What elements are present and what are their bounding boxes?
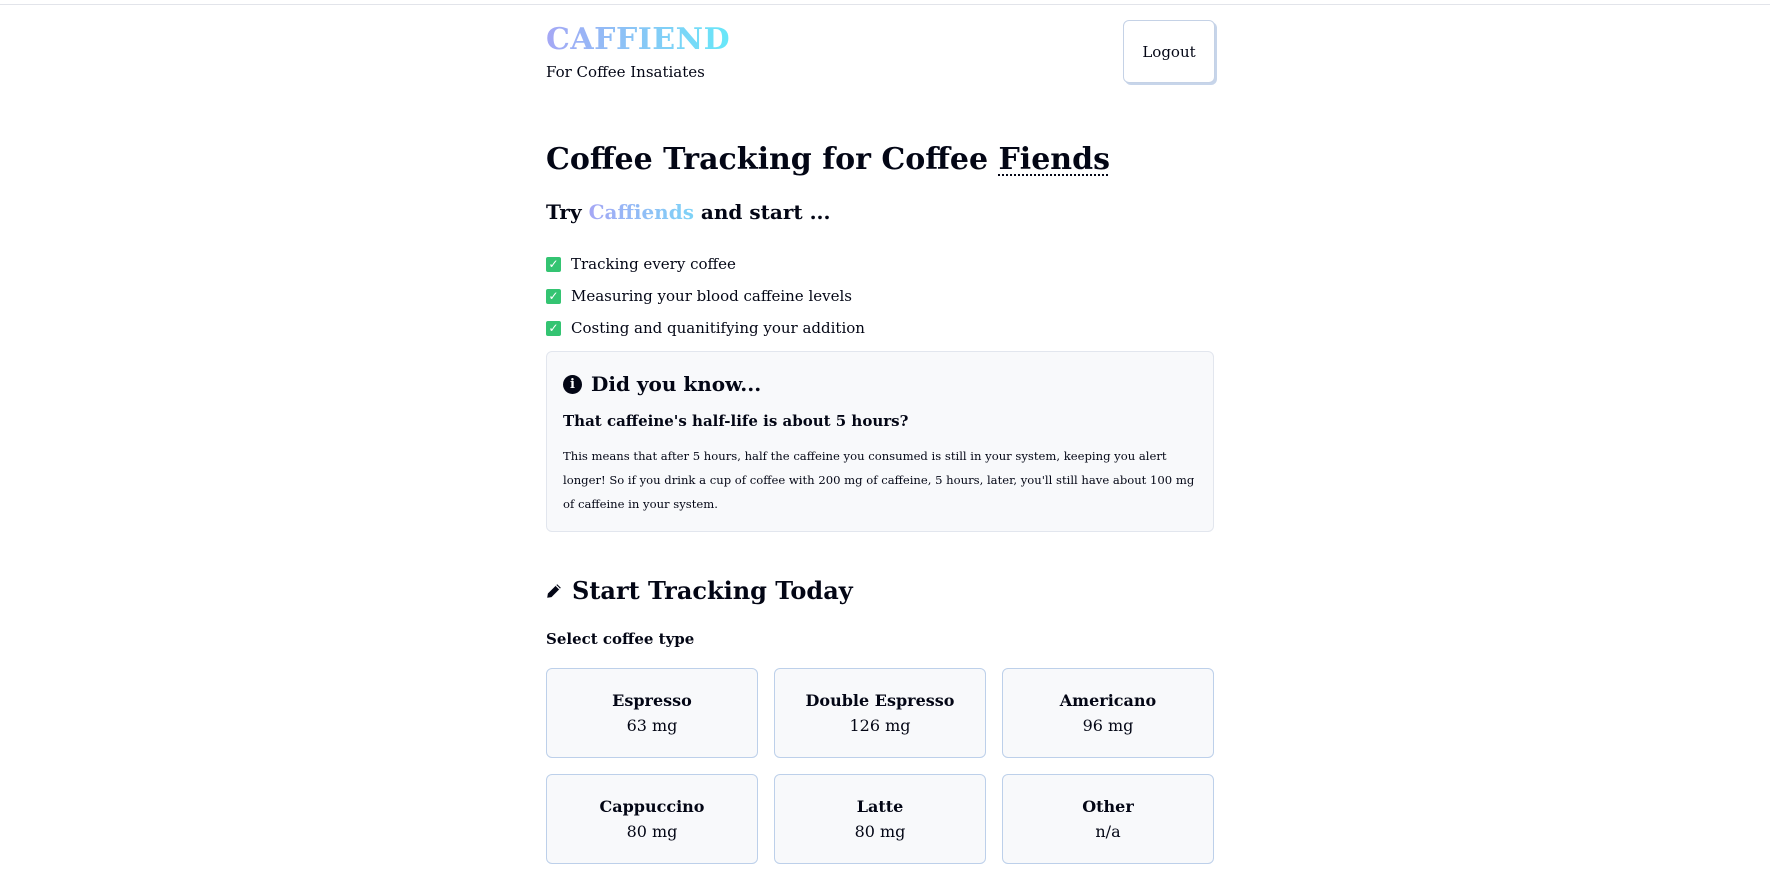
did-you-know-header: i Did you know... <box>563 372 761 396</box>
coffee-type-label: Select coffee type <box>546 630 695 648</box>
coffee-option-cappuccino[interactable]: Cappuccino 80 mg <box>546 774 758 864</box>
coffee-caffeine: 96 mg <box>1082 716 1134 735</box>
app-logo[interactable]: CAFFIEND <box>546 22 730 57</box>
app-tagline: For Coffee Insatiates <box>546 63 705 81</box>
coffee-name: Other <box>1082 797 1134 816</box>
top-divider <box>0 4 1770 5</box>
coffee-name: Double Espresso <box>805 691 955 710</box>
page-title-emphasis: Fiends <box>998 142 1110 177</box>
tracking-section-header: Start Tracking Today <box>546 576 853 605</box>
page-title: Coffee Tracking for Coffee Fiends <box>546 142 1110 177</box>
did-you-know-card: i Did you know... That caffeine's half-l… <box>546 351 1214 532</box>
coffee-option-espresso[interactable]: Espresso 63 mg <box>546 668 758 758</box>
feature-list: ✓ Tracking every coffee ✓ Measuring your… <box>546 248 865 344</box>
coffee-option-americano[interactable]: Americano 96 mg <box>1002 668 1214 758</box>
coffee-name: Espresso <box>612 691 692 710</box>
coffee-option-double-espresso[interactable]: Double Espresso 126 mg <box>774 668 986 758</box>
coffee-caffeine: n/a <box>1095 822 1121 841</box>
coffee-name: Americano <box>1059 691 1157 710</box>
coffee-caffeine: 80 mg <box>626 822 678 841</box>
try-suffix: and start ... <box>693 200 831 224</box>
coffee-name: Latte <box>856 797 904 816</box>
coffee-type-grid: Espresso 63 mg Double Espresso 126 mg Am… <box>546 668 1216 864</box>
fact-body: This means that after 5 hours, half the … <box>563 449 1195 511</box>
fact-question: That caffeine's half-life is about 5 hou… <box>563 412 909 430</box>
coffee-option-other[interactable]: Other n/a <box>1002 774 1214 864</box>
feature-label: Tracking every coffee <box>571 255 736 273</box>
try-prefix: Try <box>546 200 589 224</box>
logout-button[interactable]: Logout <box>1123 20 1215 83</box>
feature-label: Measuring your blood caffeine levels <box>571 287 852 305</box>
coffee-caffeine: 80 mg <box>854 822 906 841</box>
coffee-caffeine: 126 mg <box>849 716 911 735</box>
page-title-prefix: Coffee Tracking for Coffee <box>546 142 999 177</box>
feature-label: Costing and quanitifying your addition <box>571 319 865 337</box>
check-square-icon: ✓ <box>546 288 561 304</box>
feature-item: ✓ Costing and quanitifying your addition <box>546 312 865 344</box>
info-circle-icon: i <box>563 374 582 394</box>
check-square-icon: ✓ <box>546 320 561 336</box>
coffee-option-latte[interactable]: Latte 80 mg <box>774 774 986 864</box>
try-caffiends-line: Try Caffiends and start ... <box>546 200 830 224</box>
did-you-know-title: Did you know... <box>591 372 762 396</box>
feature-item: ✓ Measuring your blood caffeine levels <box>546 280 865 312</box>
try-brand: Caffiends <box>588 200 694 224</box>
pencil-icon <box>547 583 561 598</box>
feature-item: ✓ Tracking every coffee <box>546 248 865 280</box>
check-square-icon: ✓ <box>546 256 561 272</box>
coffee-name: Cappuccino <box>599 797 705 816</box>
tracking-title: Start Tracking Today <box>572 576 853 605</box>
coffee-caffeine: 63 mg <box>626 716 678 735</box>
